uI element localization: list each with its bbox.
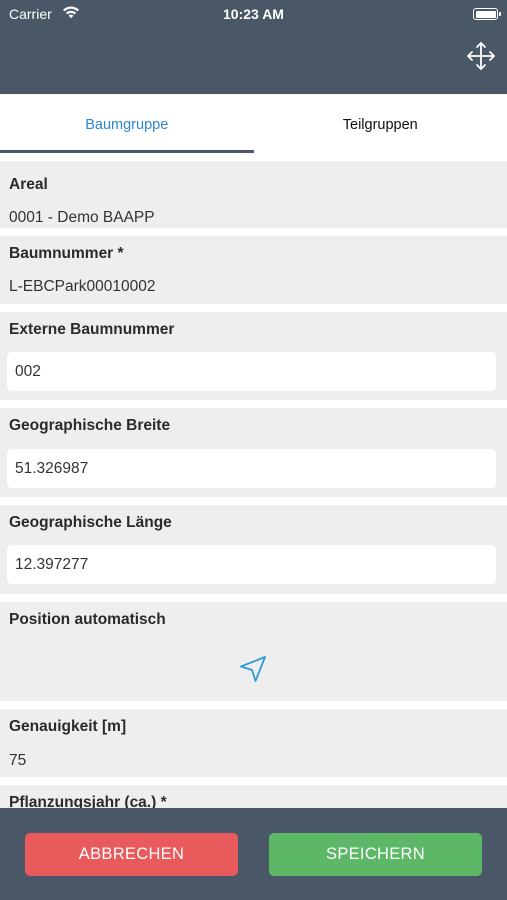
genauigkeit-value: 75 [9, 752, 27, 769]
externe-baumnummer-label: Externe Baumnummer [9, 321, 175, 338]
areal-section: Areal 0001 - Demo BAAPP [0, 161, 507, 228]
tab-baumgruppe[interactable]: Baumgruppe [0, 94, 254, 154]
breite-field[interactable]: 51.326987 [7, 449, 496, 488]
baumnummer-label: Baumnummer * [9, 245, 124, 262]
breite-label: Geographische Breite [9, 417, 171, 434]
status-bar: Carrier 10:23 AM [0, 0, 507, 28]
pflanzungsjahr-label: Pflanzungsjahr (ca.) * [9, 794, 167, 808]
cancel-button[interactable]: ABBRECHEN [25, 833, 238, 876]
externe-baumnummer-section: Externe Baumnummer 002 [0, 312, 507, 400]
tab-bar: Baumgruppe Teilgruppen [0, 94, 507, 154]
baumnummer-value: L-EBCPark00010002 [9, 278, 156, 295]
breite-section: Geographische Breite 51.326987 [0, 408, 507, 497]
laenge-label: Geographische Länge [9, 514, 172, 531]
position-section: Position automatisch [0, 602, 507, 701]
baumnummer-section: Baumnummer * L-EBCPark00010002 [0, 236, 507, 304]
location-arrow-icon[interactable] [238, 654, 268, 684]
nav-bar [0, 28, 507, 94]
footer-bar: ABBRECHEN SPEICHERN [0, 808, 507, 900]
position-label: Position automatisch [9, 611, 166, 628]
laenge-section: Geographische Länge 12.397277 [0, 505, 507, 594]
areal-label: Areal [9, 176, 48, 193]
genauigkeit-section: Genauigkeit [m] 75 [0, 709, 507, 777]
areal-value: 0001 - Demo BAAPP [9, 209, 155, 226]
genauigkeit-label: Genauigkeit [m] [9, 718, 127, 735]
save-button[interactable]: SPEICHERN [269, 833, 482, 876]
move-arrows-icon[interactable] [465, 40, 497, 72]
externe-baumnummer-field[interactable]: 002 [7, 352, 496, 391]
clock: 10:23 AM [223, 6, 284, 22]
pflanzungsjahr-section: Pflanzungsjahr (ca.) * [0, 785, 507, 808]
laenge-field[interactable]: 12.397277 [7, 545, 496, 584]
battery-icon [473, 8, 501, 20]
form-content[interactable]: Areal 0001 - Demo BAAPP Baumnummer * L-E… [0, 154, 507, 808]
tab-teilgruppen[interactable]: Teilgruppen [254, 94, 507, 154]
